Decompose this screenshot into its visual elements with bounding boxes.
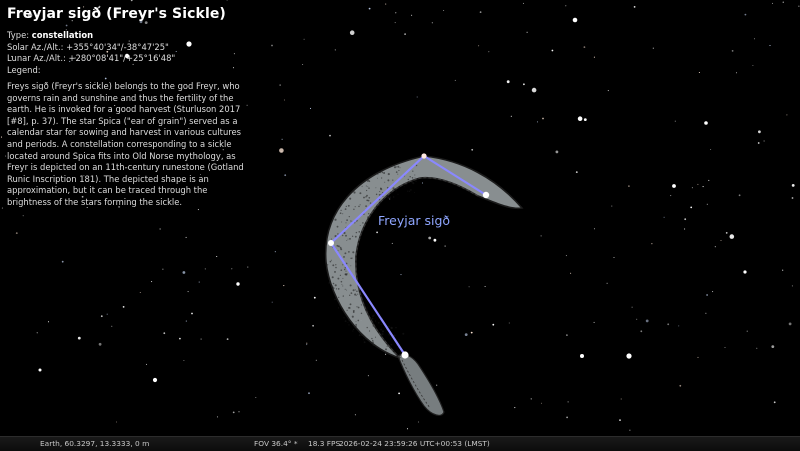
sickle-artwork [324, 155, 524, 416]
object-type: Type: constellation [7, 30, 94, 40]
star-sickle-2 [328, 240, 334, 246]
star-sickle-4 [482, 191, 490, 199]
object-info-panel: Freyjar sigð (Freyr's Sickle) Type: cons… [7, 6, 247, 209]
object-description: Freys sigð (Freyr's sickle) belongs to t… [7, 81, 244, 207]
star-spica [401, 351, 409, 359]
legend-label: Legend: [7, 64, 41, 75]
star-sickle-3 [421, 153, 427, 159]
solar-position: Solar Az./Alt.: +355°40'34"/-38°47'25" [7, 41, 169, 52]
object-title: Freyjar sigð (Freyr's Sickle) [7, 6, 226, 22]
datetime-readout[interactable]: 2026-02-24 23:59:26 UTC+00:53 (LMST) [339, 437, 490, 450]
fov-readout[interactable]: FOV 36.4° * [254, 437, 298, 450]
location-readout[interactable]: Earth, 60.3297, 13.3333, 0 m [40, 437, 149, 450]
fps-readout: 18.3 FPS [308, 439, 341, 448]
status-bar: Earth, 60.3297, 13.3333, 0 m FOV 36.4° *… [0, 436, 800, 451]
lunar-position: Lunar Az./Alt.: +280°08'41"/+25°16'48" [7, 53, 176, 63]
constellation-label[interactable]: Freyjar sigð [378, 213, 450, 228]
